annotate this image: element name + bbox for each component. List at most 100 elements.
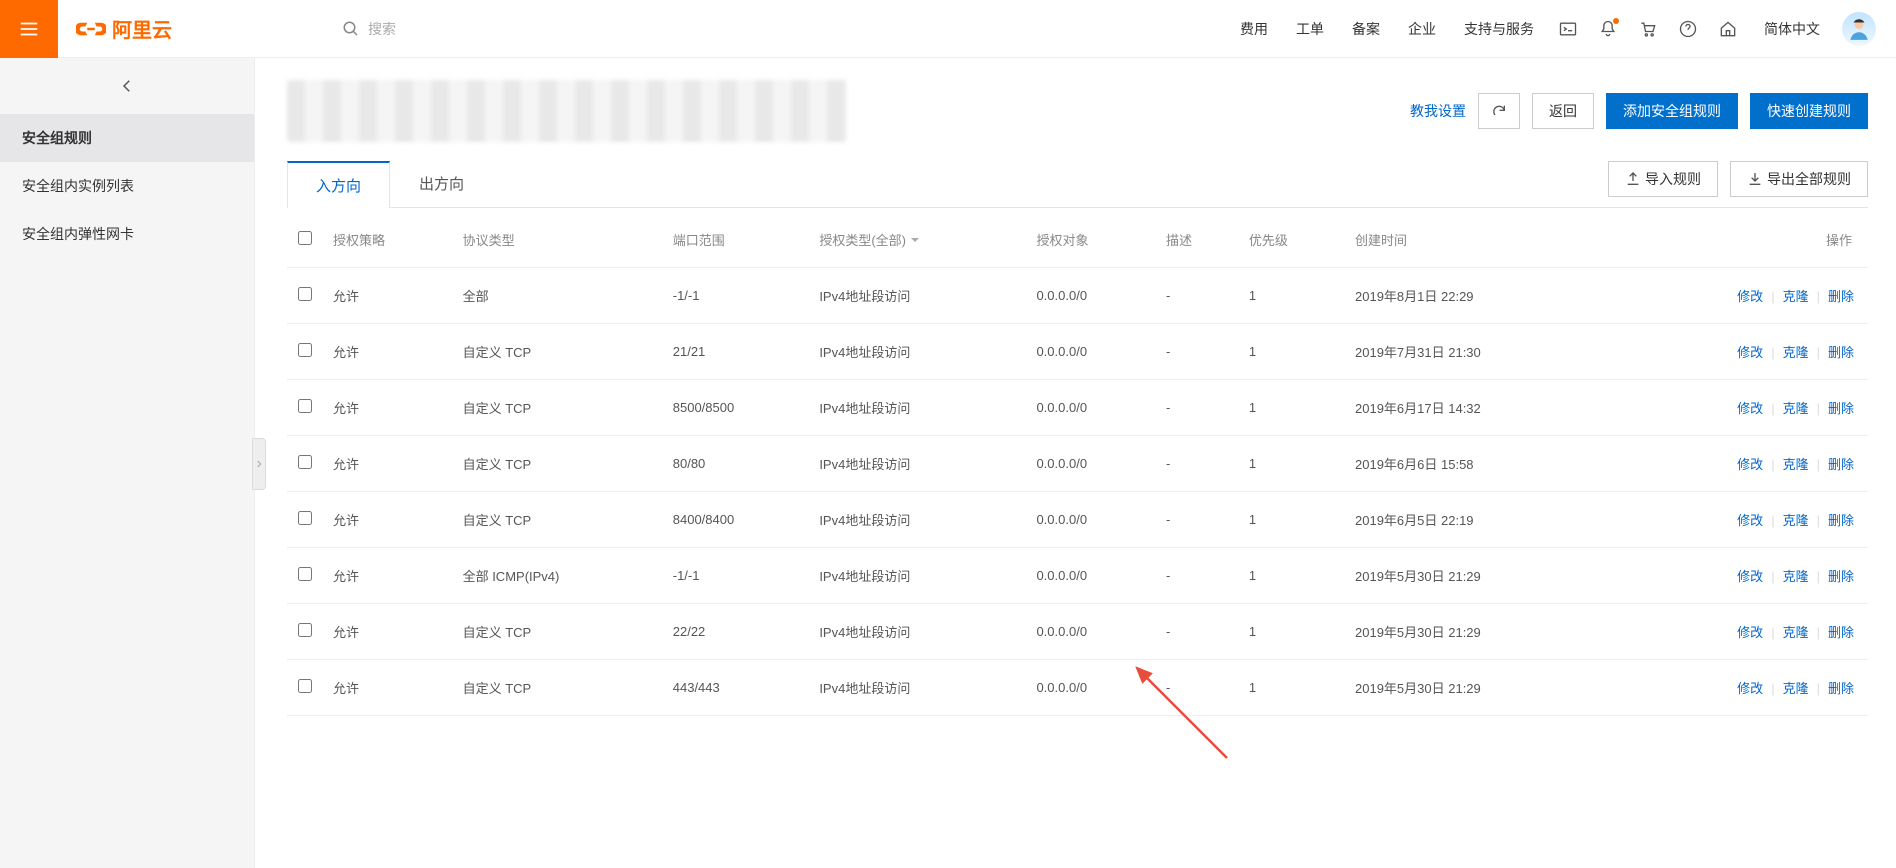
row-clone[interactable]: 克隆	[1783, 345, 1809, 360]
cell-policy: 允许	[323, 604, 453, 660]
row-delete[interactable]: 删除	[1828, 289, 1854, 304]
cell-ops: 修改|克隆|删除	[1607, 492, 1868, 548]
upload-icon	[1625, 171, 1641, 187]
cell-auth-type: IPv4地址段访问	[809, 492, 1026, 548]
nav-link-ticket[interactable]: 工单	[1296, 19, 1324, 39]
cell-ops: 修改|克隆|删除	[1607, 268, 1868, 324]
row-checkbox[interactable]	[298, 343, 312, 357]
avatar[interactable]	[1842, 12, 1876, 46]
row-clone[interactable]: 克隆	[1783, 625, 1809, 640]
cell-port: 443/443	[663, 660, 810, 716]
row-clone[interactable]: 克隆	[1783, 289, 1809, 304]
table-row: 允许全部-1/-1IPv4地址段访问0.0.0.0/0-12019年8月1日 2…	[287, 268, 1868, 324]
menu-toggle[interactable]	[0, 0, 58, 58]
cell-auth-obj: 0.0.0.0/0	[1026, 492, 1156, 548]
direction-tabs: 入方向出方向 导入规则 导出全部规则	[287, 160, 1868, 208]
row-clone[interactable]: 克隆	[1783, 681, 1809, 696]
col-policy: 授权策略	[323, 212, 453, 268]
row-modify[interactable]: 修改	[1737, 345, 1763, 360]
row-delete[interactable]: 删除	[1828, 457, 1854, 472]
cell-auth-obj: 0.0.0.0/0	[1026, 436, 1156, 492]
col-priority: 优先级	[1239, 212, 1345, 268]
cell-auth-obj: 0.0.0.0/0	[1026, 548, 1156, 604]
cell-created: 2019年5月30日 21:29	[1345, 604, 1607, 660]
col-auth-type[interactable]: 授权类型(全部)	[809, 212, 1026, 268]
row-checkbox[interactable]	[298, 623, 312, 637]
language-switch[interactable]: 简体中文	[1764, 19, 1820, 39]
row-modify[interactable]: 修改	[1737, 513, 1763, 528]
row-checkbox[interactable]	[298, 399, 312, 413]
sidebar-back[interactable]	[0, 58, 254, 114]
row-modify[interactable]: 修改	[1737, 289, 1763, 304]
cell-protocol: 全部 ICMP(IPv4)	[453, 548, 663, 604]
cart-button[interactable]	[1628, 9, 1668, 49]
nav-link-icp[interactable]: 备案	[1352, 19, 1380, 39]
cell-created: 2019年5月30日 21:29	[1345, 548, 1607, 604]
row-delete[interactable]: 删除	[1828, 569, 1854, 584]
row-clone[interactable]: 克隆	[1783, 513, 1809, 528]
cell-created: 2019年8月1日 22:29	[1345, 268, 1607, 324]
cell-port: 22/22	[663, 604, 810, 660]
global-search[interactable]	[342, 20, 488, 38]
tab-outbound[interactable]: 出方向	[390, 160, 493, 207]
sidebar-item-1[interactable]: 安全组内实例列表	[0, 162, 254, 210]
row-clone[interactable]: 克隆	[1783, 401, 1809, 416]
notifications-button[interactable]	[1588, 9, 1628, 49]
row-delete[interactable]: 删除	[1828, 625, 1854, 640]
row-modify[interactable]: 修改	[1737, 401, 1763, 416]
table-row: 允许自定义 TCP21/21IPv4地址段访问0.0.0.0/0-12019年7…	[287, 324, 1868, 380]
home-button[interactable]	[1708, 9, 1748, 49]
row-modify[interactable]: 修改	[1737, 457, 1763, 472]
add-rule-button[interactable]: 添加安全组规则	[1606, 93, 1738, 129]
sidebar: 安全组规则安全组内实例列表安全组内弹性网卡	[0, 58, 255, 868]
cell-priority: 1	[1239, 492, 1345, 548]
row-checkbox[interactable]	[298, 287, 312, 301]
export-rules-button[interactable]: 导出全部规则	[1730, 161, 1868, 197]
refresh-button[interactable]	[1478, 93, 1520, 129]
row-checkbox[interactable]	[298, 455, 312, 469]
row-modify[interactable]: 修改	[1737, 625, 1763, 640]
row-checkbox[interactable]	[298, 511, 312, 525]
tab-inbound[interactable]: 入方向	[287, 161, 390, 208]
row-delete[interactable]: 删除	[1828, 513, 1854, 528]
cell-desc: -	[1156, 604, 1239, 660]
row-clone[interactable]: 克隆	[1783, 457, 1809, 472]
nav-link-billing[interactable]: 费用	[1240, 19, 1268, 39]
row-delete[interactable]: 删除	[1828, 401, 1854, 416]
sidebar-item-2[interactable]: 安全组内弹性网卡	[0, 210, 254, 258]
help-button[interactable]	[1668, 9, 1708, 49]
select-all-checkbox[interactable]	[298, 231, 312, 245]
row-clone[interactable]: 克隆	[1783, 569, 1809, 584]
import-rules-button[interactable]: 导入规则	[1608, 161, 1718, 197]
row-checkbox[interactable]	[298, 567, 312, 581]
terminal-icon	[1558, 19, 1578, 39]
search-input[interactable]	[368, 21, 488, 37]
cell-port: 8400/8400	[663, 492, 810, 548]
cell-created: 2019年7月31日 21:30	[1345, 324, 1607, 380]
cell-created: 2019年5月30日 21:29	[1345, 660, 1607, 716]
brand-logo[interactable]: 阿里云	[76, 14, 172, 44]
row-delete[interactable]: 删除	[1828, 681, 1854, 696]
row-modify[interactable]: 修改	[1737, 569, 1763, 584]
tutorial-link[interactable]: 教我设置	[1410, 101, 1466, 121]
col-auth-type-label: 授权类型(全部)	[819, 230, 906, 249]
cell-port: 8500/8500	[663, 380, 810, 436]
cell-auth-type: IPv4地址段访问	[809, 436, 1026, 492]
cell-policy: 允许	[323, 492, 453, 548]
row-delete[interactable]: 删除	[1828, 345, 1854, 360]
row-checkbox[interactable]	[298, 679, 312, 693]
nav-link-enterprise[interactable]: 企业	[1408, 19, 1436, 39]
back-button[interactable]: 返回	[1532, 93, 1594, 129]
sidebar-item-0[interactable]: 安全组规则	[0, 114, 254, 162]
nav-link-support[interactable]: 支持与服务	[1464, 19, 1534, 39]
row-modify[interactable]: 修改	[1737, 681, 1763, 696]
notification-dot	[1613, 18, 1619, 24]
cell-desc: -	[1156, 548, 1239, 604]
terminal-button[interactable]	[1548, 9, 1588, 49]
cell-ops: 修改|克隆|删除	[1607, 548, 1868, 604]
cell-protocol: 自定义 TCP	[453, 324, 663, 380]
cell-auth-type: IPv4地址段访问	[809, 324, 1026, 380]
quick-create-button[interactable]: 快速创建规则	[1750, 93, 1868, 129]
col-ops: 操作	[1607, 212, 1868, 268]
download-icon	[1747, 171, 1763, 187]
